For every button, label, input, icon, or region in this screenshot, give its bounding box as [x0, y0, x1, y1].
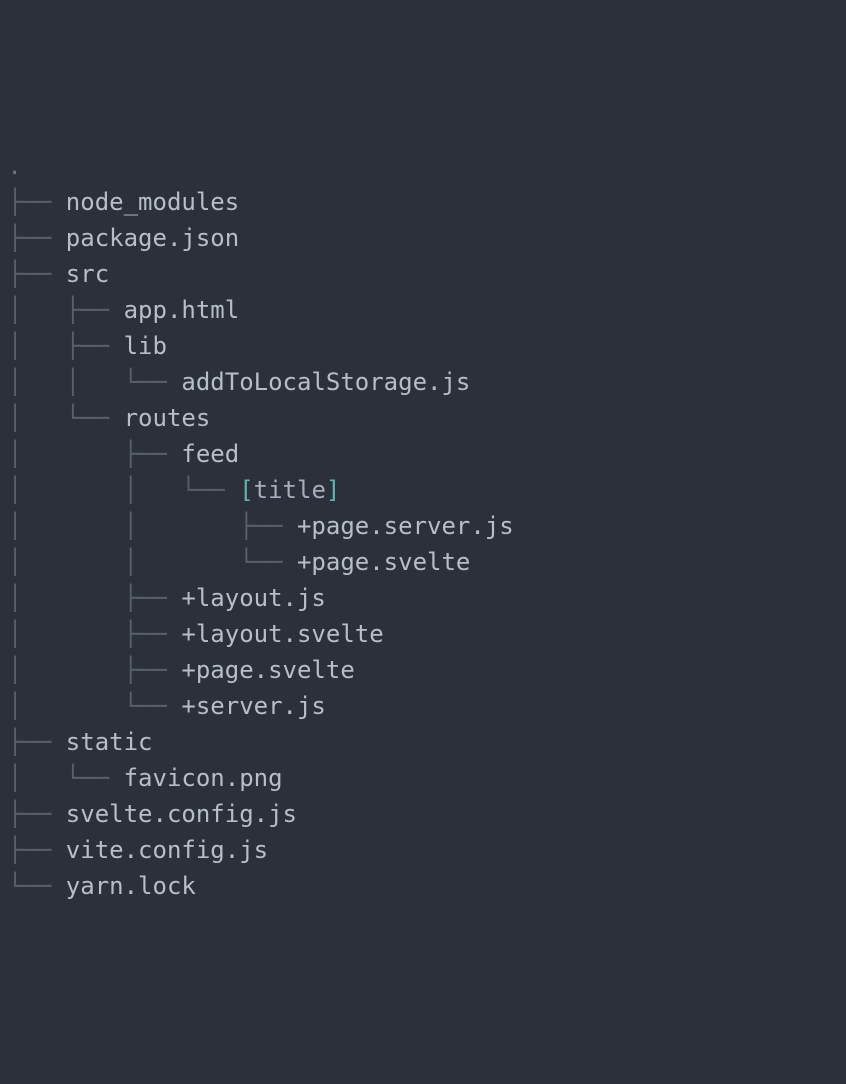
tree-filename: src: [66, 260, 109, 288]
tree-line: │ ├── +layout.svelte: [8, 616, 838, 652]
tree-filename: svelte.config.js: [66, 800, 297, 828]
tree-lines-container: ├── node_modules├── package.json├── src│…: [8, 184, 838, 904]
tree-prefix: │ │ └──: [8, 368, 181, 396]
tree-filename: +server.js: [181, 692, 326, 720]
tree-filename: node_modules: [66, 188, 239, 216]
tree-line: │ ├── feed: [8, 436, 838, 472]
tree-filename: package.json: [66, 224, 239, 252]
tree-line: │ ├── lib: [8, 328, 838, 364]
tree-prefix: ├──: [8, 836, 66, 864]
tree-line: │ └── favicon.png: [8, 760, 838, 796]
tree-prefix: │ ├──: [8, 296, 124, 324]
tree-filename: feed: [181, 440, 239, 468]
tree-prefix: │ │ └──: [8, 476, 239, 504]
tree-prefix: │ ├──: [8, 332, 124, 360]
tree-prefix: │ │ └──: [8, 548, 297, 576]
bracket-close: ]: [326, 476, 340, 504]
tree-prefix: │ └──: [8, 692, 181, 720]
tree-prefix: ├──: [8, 800, 66, 828]
tree-line: ├── static: [8, 724, 838, 760]
tree-filename: app.html: [124, 296, 240, 324]
tree-prefix: └──: [8, 872, 66, 900]
tree-filename: vite.config.js: [66, 836, 268, 864]
tree-prefix: │ ├──: [8, 584, 181, 612]
tree-prefix: │ │ ├──: [8, 512, 297, 540]
tree-line: ├── node_modules: [8, 184, 838, 220]
tree-prefix: │ ├──: [8, 620, 181, 648]
tree-filename: routes: [124, 404, 211, 432]
tree-prefix: │ └──: [8, 404, 124, 432]
tree-prefix: ├──: [8, 260, 66, 288]
tree-filename: +layout.js: [181, 584, 326, 612]
tree-line: │ └── routes: [8, 400, 838, 436]
tree-filename: lib: [124, 332, 167, 360]
tree-prefix: ├──: [8, 188, 66, 216]
tree-line: │ ├── +layout.js: [8, 580, 838, 616]
tree-line: ├── package.json: [8, 220, 838, 256]
tree-line: │ │ ├── +page.server.js: [8, 508, 838, 544]
tree-prefix: │ └──: [8, 764, 124, 792]
tree-line: │ ├── +page.svelte: [8, 652, 838, 688]
tree-line: ├── svelte.config.js: [8, 796, 838, 832]
tree-filename: +layout.svelte: [181, 620, 383, 648]
bracket-open: [: [239, 476, 253, 504]
tree-filename: favicon.png: [124, 764, 283, 792]
tree-filename: yarn.lock: [66, 872, 196, 900]
tree-output: .├── node_modules├── package.json├── src…: [8, 148, 838, 904]
tree-line: │ │ └── [title]: [8, 472, 838, 508]
tree-filename: +page.svelte: [181, 656, 354, 684]
tree-filename: static: [66, 728, 153, 756]
tree-prefix: ├──: [8, 728, 66, 756]
tree-filename: title: [254, 476, 326, 504]
tree-line: │ └── +server.js: [8, 688, 838, 724]
tree-line: ├── vite.config.js: [8, 832, 838, 868]
tree-line: │ │ └── +page.svelte: [8, 544, 838, 580]
root-dot: .: [8, 155, 21, 180]
tree-filename: addToLocalStorage.js: [181, 368, 470, 396]
tree-line: │ ├── app.html: [8, 292, 838, 328]
tree-prefix: │ ├──: [8, 440, 181, 468]
tree-filename: +page.svelte: [297, 548, 470, 576]
tree-line: ├── src: [8, 256, 838, 292]
tree-prefix: │ ├──: [8, 656, 181, 684]
tree-line: │ │ └── addToLocalStorage.js: [8, 364, 838, 400]
tree-filename: +page.server.js: [297, 512, 514, 540]
tree-line: └── yarn.lock: [8, 868, 838, 904]
tree-prefix: ├──: [8, 224, 66, 252]
